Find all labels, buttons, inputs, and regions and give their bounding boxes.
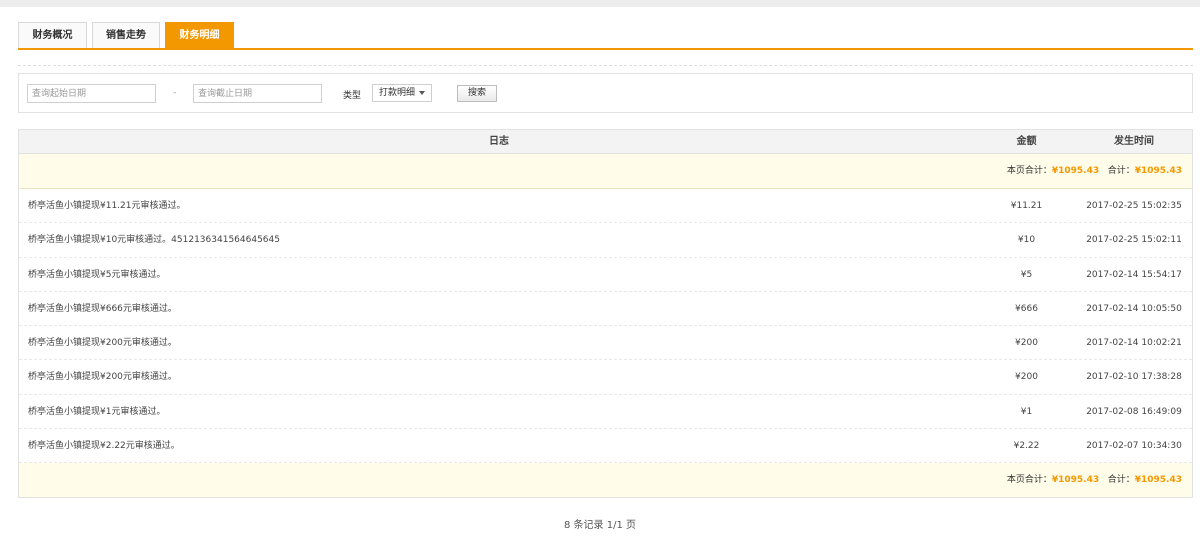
row-amount: ¥10 bbox=[1017, 235, 1036, 246]
caret-down-icon bbox=[419, 90, 426, 95]
total-label: 合计： bbox=[1107, 475, 1135, 486]
end-date-input[interactable] bbox=[193, 84, 322, 103]
divider bbox=[18, 65, 1193, 66]
page-total-value: ¥1095.43 bbox=[1051, 166, 1100, 176]
row-log: 桥亭活鱼小镇提现¥11.21元审核通过。 bbox=[28, 201, 186, 211]
row-time: 2017-02-14 10:02:21 bbox=[1086, 338, 1182, 349]
row-log: 桥亭活鱼小镇提现¥666元审核通过。 bbox=[28, 303, 177, 314]
start-date-input[interactable] bbox=[27, 84, 156, 103]
filter-panel: - 类型 打款明细 搜索 bbox=[18, 73, 1193, 113]
table-row: 桥亭活鱼小镇提现¥200元审核通过。 ¥200 2017-02-10 17:38… bbox=[19, 360, 1192, 395]
header-time: 发生时间 bbox=[1114, 136, 1154, 147]
row-time: 2017-02-14 15:54:17 bbox=[1086, 269, 1182, 280]
header-amount: 金额 bbox=[1016, 136, 1037, 147]
table-row: 桥亭活鱼小镇提现¥1元审核通过。 ¥1 2017-02-08 16:49:09 bbox=[19, 395, 1192, 430]
date-separator: - bbox=[173, 88, 177, 98]
tab-bar: 财务概况 销售走势 财务明细 bbox=[18, 22, 1193, 50]
page-total-label: 本页合计： bbox=[1006, 475, 1052, 486]
page-total-value: ¥1095.43 bbox=[1051, 475, 1100, 486]
type-select[interactable]: 打款明细 bbox=[372, 84, 433, 102]
row-log: 桥亭活鱼小镇提现¥10元审核通过。4512136341564645645 bbox=[28, 235, 280, 246]
row-log: 桥亭活鱼小镇提现¥2.22元审核通过。 bbox=[28, 441, 180, 452]
type-select-value: 打款明细 bbox=[379, 88, 416, 98]
table-row: 桥亭活鱼小镇提现¥10元审核通过。4512136341564645645 ¥10… bbox=[19, 223, 1192, 258]
tab-finance-overview[interactable]: 财务概况 bbox=[18, 22, 87, 48]
table-row: 桥亭活鱼小镇提现¥2.22元审核通过。 ¥2.22 2017-02-07 10:… bbox=[19, 429, 1192, 464]
tab-sales-trend[interactable]: 销售走势 bbox=[92, 22, 160, 48]
summary-row-bottom: 本页合计：¥1095.43 合计：¥1095.43 bbox=[19, 463, 1192, 499]
tab-finance-detail[interactable]: 财务明细 bbox=[165, 22, 234, 48]
header-log: 日志 bbox=[489, 136, 509, 147]
row-time: 2017-02-10 17:38:28 bbox=[1086, 372, 1182, 383]
table-row: 桥亭活鱼小镇提现¥200元审核通过。 ¥200 2017-02-14 10:02… bbox=[19, 326, 1192, 361]
row-amount: ¥200 bbox=[1015, 338, 1038, 349]
total-value: ¥1095.43 bbox=[1134, 475, 1182, 486]
row-amount: ¥200 bbox=[1015, 372, 1038, 383]
finance-detail-table: 日志 金额 发生时间 本页合计：¥1095.43 合计：¥1095.43 桥亭活… bbox=[18, 129, 1193, 499]
row-log: 桥亭活鱼小镇提现¥5元审核通过。 bbox=[28, 269, 166, 280]
table-header: 日志 金额 发生时间 bbox=[19, 130, 1192, 154]
row-log: 桥亭活鱼小镇提现¥1元审核通过。 bbox=[28, 406, 166, 417]
row-time: 2017-02-08 16:49:09 bbox=[1086, 406, 1182, 417]
row-time: 2017-02-25 15:02:35 bbox=[1086, 201, 1182, 211]
row-log: 桥亭活鱼小镇提现¥200元审核通过。 bbox=[28, 372, 177, 383]
type-label: 类型 bbox=[343, 91, 362, 101]
search-button[interactable]: 搜索 bbox=[457, 85, 498, 102]
table-row: 桥亭活鱼小镇提现¥666元审核通过。 ¥666 2017-02-14 10:05… bbox=[19, 292, 1192, 327]
row-amount: ¥2.22 bbox=[1013, 441, 1040, 452]
row-amount: ¥11.21 bbox=[1010, 201, 1043, 211]
row-time: 2017-02-07 10:34:30 bbox=[1086, 441, 1182, 452]
total-value: ¥1095.43 bbox=[1134, 166, 1182, 176]
page-total-label: 本页合计： bbox=[1006, 166, 1052, 176]
row-log: 桥亭活鱼小镇提现¥200元审核通过。 bbox=[28, 338, 177, 349]
table-row: 桥亭活鱼小镇提现¥11.21元审核通过。 ¥11.21 2017-02-25 1… bbox=[19, 189, 1192, 224]
summary-row-top: 本页合计：¥1095.43 合计：¥1095.43 bbox=[19, 154, 1192, 189]
top-bar bbox=[0, 0, 1200, 7]
row-amount: ¥1 bbox=[1020, 406, 1033, 417]
pagination-info: 8 条记录 1/1 页 bbox=[564, 520, 636, 531]
row-amount: ¥5 bbox=[1020, 269, 1033, 280]
row-time: 2017-02-25 15:02:11 bbox=[1086, 235, 1182, 246]
total-label: 合计： bbox=[1107, 166, 1135, 176]
row-time: 2017-02-14 10:05:50 bbox=[1086, 303, 1182, 314]
table-row: 桥亭活鱼小镇提现¥5元审核通过。 ¥5 2017-02-14 15:54:17 bbox=[19, 258, 1192, 292]
row-amount: ¥666 bbox=[1015, 303, 1038, 314]
